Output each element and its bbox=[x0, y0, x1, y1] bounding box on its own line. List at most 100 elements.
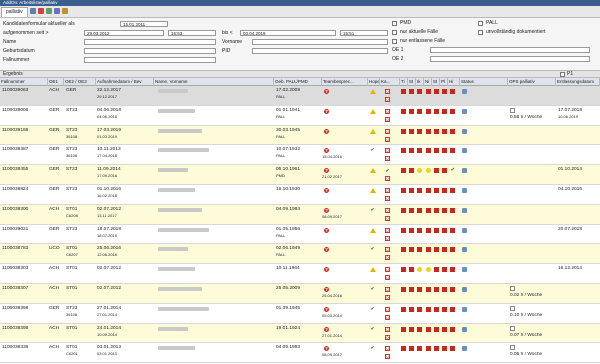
close-icon[interactable]: ✖ bbox=[385, 176, 390, 182]
close-icon[interactable]: ✖ bbox=[385, 108, 390, 114]
close-icon[interactable]: ✖ bbox=[385, 148, 390, 154]
edit-icon[interactable] bbox=[462, 227, 467, 233]
document-icon[interactable] bbox=[510, 305, 515, 311]
edit-icon[interactable] bbox=[462, 207, 467, 213]
table-row[interactable]: 1100038300 ACH ST01 C6208 02.07.2012 13.11.20… bbox=[0, 204, 600, 225]
edit-icon[interactable] bbox=[462, 168, 467, 174]
question-icon[interactable]: ? bbox=[324, 89, 329, 94]
nur-aktuelle-checkbox[interactable] bbox=[392, 30, 397, 35]
nur-entlassene-checkbox[interactable] bbox=[392, 39, 397, 44]
col-pl[interactable]: Pl bbox=[440, 78, 448, 86]
unvollstaendig-checkbox[interactable] bbox=[478, 30, 483, 35]
table-row[interactable]: 1100038398 GER ST23 36108 27.01.2014 27.01.20… bbox=[0, 303, 600, 324]
document-icon[interactable] bbox=[510, 325, 515, 331]
document-icon[interactable] bbox=[510, 286, 515, 291]
edit-icon[interactable] bbox=[462, 346, 467, 352]
col-st[interactable]: St bbox=[408, 78, 416, 86]
close-icon[interactable]: ✖ bbox=[385, 188, 390, 193]
col-st2[interactable]: St bbox=[432, 78, 440, 86]
close-icon[interactable]: ✖ bbox=[385, 215, 390, 221]
question-icon[interactable]: ? bbox=[324, 108, 329, 114]
table-row[interactable]: 1100038303 ACH ST01 02.07.2012 10.11.1964? ✖ ✖… bbox=[0, 264, 600, 284]
vorname-input[interactable] bbox=[252, 39, 388, 45]
aufgenommen-date-input[interactable]: 29.03.2012 bbox=[84, 30, 164, 36]
tab-palliativ[interactable]: palliativ bbox=[1, 7, 28, 17]
table-row[interactable]: 1100038387 GER ST23 36108 10.11.2013 17.04.20… bbox=[0, 145, 600, 166]
table-row[interactable]: 1100039006 GER ST23 04.06.2018 04.06.2018 01.… bbox=[0, 105, 600, 126]
col-name[interactable]: Name, Vorname bbox=[154, 78, 274, 86]
edit-icon[interactable] bbox=[462, 267, 467, 273]
document-icon[interactable] bbox=[510, 107, 515, 113]
document-icon[interactable] bbox=[510, 345, 515, 351]
question-icon[interactable]: ? bbox=[324, 227, 329, 233]
col-hi[interactable]: Hi bbox=[448, 78, 460, 86]
geburtsdatum-input[interactable] bbox=[84, 48, 216, 54]
oe1-select[interactable] bbox=[430, 47, 590, 53]
edit-icon[interactable] bbox=[462, 148, 467, 154]
close-icon[interactable]: ✖ bbox=[385, 247, 390, 253]
col-ni[interactable]: Ni bbox=[424, 78, 432, 86]
table-row[interactable]: 1100038824 GER ST23 01.10.2016 16.02.2018 16.… bbox=[0, 185, 600, 205]
table-row[interactable]: 1100038455 GER ST23 11.09.2014 17.09.2016 05.… bbox=[0, 165, 600, 185]
question-icon[interactable]: ? bbox=[324, 346, 329, 352]
col-oe1[interactable]: OE1 bbox=[48, 78, 64, 86]
new-icon[interactable] bbox=[46, 8, 52, 14]
col-ka[interactable]: Ka... bbox=[380, 78, 400, 86]
edit-icon[interactable] bbox=[462, 89, 467, 94]
edit-icon[interactable] bbox=[462, 326, 467, 332]
edit-icon[interactable] bbox=[462, 128, 467, 134]
col-fallnummer[interactable]: Fallnummer bbox=[0, 78, 48, 86]
close-icon[interactable]: ✖ bbox=[385, 136, 390, 142]
close-icon[interactable]: ✖ bbox=[385, 334, 390, 340]
close-icon[interactable]: ✖ bbox=[385, 314, 390, 320]
pid-input[interactable] bbox=[252, 48, 388, 54]
question-icon[interactable]: ? bbox=[324, 326, 329, 332]
col-ops[interactable]: OPS palliativ bbox=[508, 78, 556, 86]
table-row[interactable]: 1100038783 UCO ST01 C6207 25.06.2016 12.06.20… bbox=[0, 244, 600, 265]
edit-icon[interactable] bbox=[462, 247, 467, 253]
col-ti[interactable]: Ti bbox=[400, 78, 408, 86]
close-icon[interactable]: ✖ bbox=[385, 128, 390, 134]
close-icon[interactable]: ✖ bbox=[385, 306, 390, 312]
edit-icon[interactable] bbox=[462, 188, 467, 193]
close-icon[interactable]: ✖ bbox=[385, 116, 390, 122]
close-icon[interactable]: ✖ bbox=[385, 295, 390, 300]
col-team[interactable]: Teambesprec... bbox=[322, 78, 368, 86]
oe2-select[interactable] bbox=[430, 56, 590, 62]
question-icon[interactable]: ? bbox=[324, 168, 329, 174]
close-icon[interactable]: ✖ bbox=[385, 354, 390, 360]
close-icon[interactable]: ✖ bbox=[385, 89, 390, 94]
kandidaten-date-input[interactable]: 15.01.2011 bbox=[120, 21, 168, 27]
aufgenommen-time-input[interactable]: 16:53 bbox=[168, 30, 216, 36]
question-icon[interactable]: ? bbox=[324, 188, 329, 193]
close-icon[interactable]: ✖ bbox=[385, 326, 390, 332]
edit-icon[interactable] bbox=[462, 306, 467, 312]
col-oe2[interactable]: OE2 / OE3 bbox=[64, 78, 96, 86]
name-input[interactable] bbox=[84, 39, 216, 45]
pmd-checkbox[interactable] bbox=[392, 21, 397, 26]
question-icon[interactable]: ? bbox=[324, 207, 329, 213]
close-icon[interactable]: ✖ bbox=[385, 346, 390, 352]
close-icon[interactable]: ✖ bbox=[385, 255, 390, 261]
delete-icon[interactable] bbox=[38, 8, 44, 14]
bis-time-input[interactable]: 15:51 bbox=[340, 30, 388, 36]
refresh-icon[interactable] bbox=[30, 8, 36, 14]
table-row[interactable]: 1100039021 GER ST23 18.07.2018 18.07.2019 01.… bbox=[0, 224, 600, 245]
question-icon[interactable]: ? bbox=[324, 148, 329, 154]
filter-icon[interactable] bbox=[62, 8, 68, 14]
close-icon[interactable]: ✖ bbox=[385, 235, 390, 241]
table-row[interactable]: 1100039186 GER ST23 36108 17.03.2019 01.03.20… bbox=[0, 125, 600, 146]
edit-icon[interactable] bbox=[462, 287, 467, 292]
col-aufnahme[interactable]: Aufnahmedatum / Bev bbox=[96, 78, 154, 86]
col-entlassung[interactable]: Entlassungsdatum bbox=[556, 78, 600, 86]
close-icon[interactable]: ✖ bbox=[385, 156, 390, 162]
bis-date-input[interactable]: 03.04.2019 bbox=[240, 30, 336, 36]
table-row[interactable]: 1100038336 ACH ST01 C6201 03.01.2013 03.01.20… bbox=[0, 343, 600, 364]
table-row[interactable]: 1100038398 ACH ST01 24.01.2014 10.09.2014 19.… bbox=[0, 323, 600, 344]
close-icon[interactable]: ✖ bbox=[385, 267, 390, 273]
check-icon[interactable]: ✔ bbox=[385, 168, 390, 173]
col-geb[interactable]: Geb. PALL/PMD bbox=[274, 78, 322, 86]
question-icon[interactable]: ? bbox=[324, 287, 329, 292]
col-hope[interactable]: Hope bbox=[368, 78, 380, 86]
close-icon[interactable]: ✖ bbox=[385, 97, 390, 102]
